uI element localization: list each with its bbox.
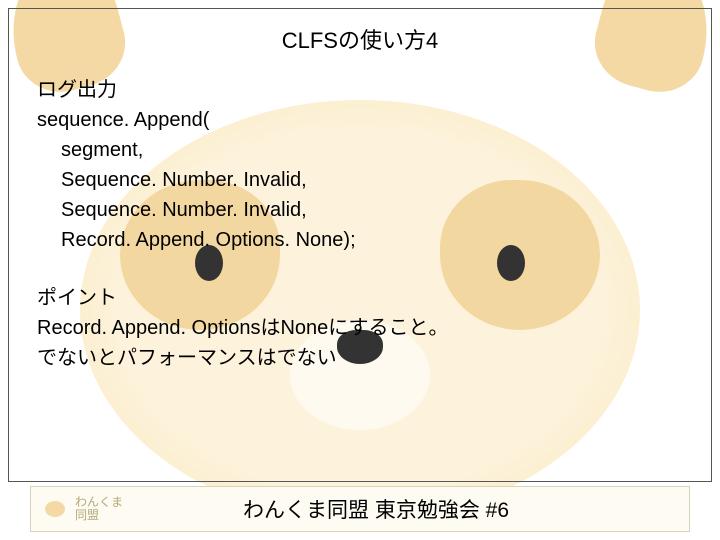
- footer-title: わんくま同盟 東京勉強会 #6: [123, 494, 689, 524]
- bear-icon: [41, 497, 69, 521]
- section-heading: ログ出力: [37, 75, 356, 105]
- note-line: でないとパフォーマンスはでない: [37, 343, 449, 373]
- code-line: Sequence. Number. Invalid,: [37, 165, 356, 195]
- footer-bar: わんくま 同盟 わんくま同盟 東京勉強会 #6: [30, 486, 690, 532]
- notes-block: ポイント Record. Append. OptionsはNoneにすること。 …: [37, 283, 449, 373]
- code-line: segment,: [37, 135, 356, 165]
- section-heading: ポイント: [37, 283, 449, 313]
- footer-logo-text: わんくま 同盟: [75, 496, 123, 522]
- slide-title: CLFSの使い方4: [9, 9, 711, 55]
- code-line: sequence. Append(: [37, 105, 356, 135]
- code-block: ログ出力 sequence. Append( segment, Sequence…: [37, 75, 356, 255]
- code-line: Record. Append. Options. None);: [37, 225, 356, 255]
- code-line: Sequence. Number. Invalid,: [37, 195, 356, 225]
- note-line: Record. Append. OptionsはNoneにすること。: [37, 313, 449, 343]
- footer-logo: わんくま 同盟: [41, 496, 123, 522]
- slide-frame: CLFSの使い方4 ログ出力 sequence. Append( segment…: [8, 8, 712, 482]
